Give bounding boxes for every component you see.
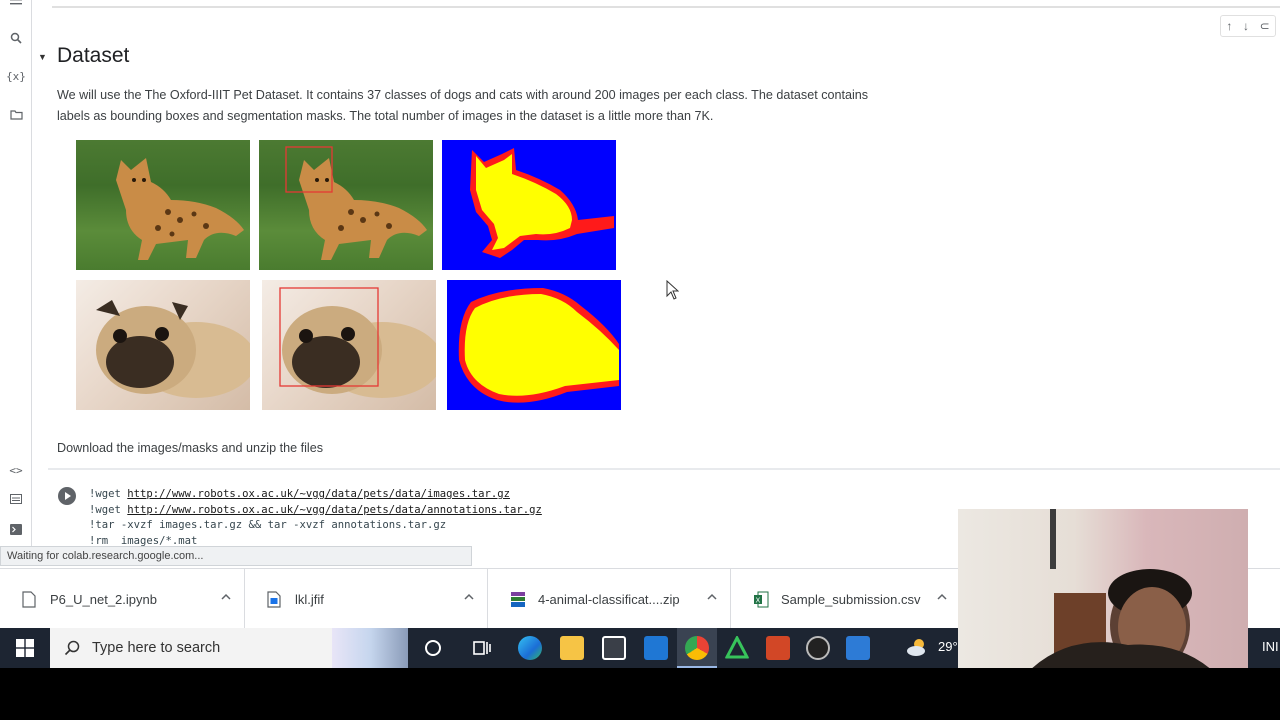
code-editor[interactable]: !wget http://www.robots.ox.ac.uk/~vgg/da…: [89, 487, 542, 549]
run-cell-button[interactable]: [58, 487, 76, 505]
move-down-icon[interactable]: ↓: [1243, 19, 1249, 33]
search-icon[interactable]: [7, 29, 25, 47]
colab-side-rail: {x} <>: [0, 0, 32, 548]
download-item[interactable]: P6_U_net_2.ipynb: [0, 569, 245, 629]
section-title: Dataset: [57, 44, 130, 67]
download-item[interactable]: lkl.jfif: [245, 569, 488, 629]
tray-language-indicator[interactable]: INI: [1262, 639, 1279, 654]
pug-photo-with-bbox: [262, 280, 436, 410]
download-filename: Sample_submission.csv: [781, 591, 921, 607]
link-icon[interactable]: ⊂: [1260, 19, 1270, 33]
mail-icon[interactable]: [644, 636, 668, 660]
zip-archive-icon: [510, 591, 525, 608]
download-filename: lkl.jfif: [295, 591, 324, 607]
webcam-overlay: [958, 509, 1248, 668]
file-explorer-icon[interactable]: [560, 636, 584, 660]
code-line-3: !tar -xvzf images.tar.gz && tar -xvzf an…: [89, 519, 447, 532]
edge-browser-icon[interactable]: [518, 636, 542, 660]
variables-icon[interactable]: {x}: [6, 67, 26, 85]
images-url-link[interactable]: http://www.robots.ox.ac.uk/~vgg/data/pet…: [127, 488, 510, 500]
search-highlight-image: [332, 628, 408, 668]
powerpoint-icon[interactable]: [766, 636, 790, 660]
search-placeholder: Type here to search: [92, 640, 221, 656]
collapse-section-icon[interactable]: ▼: [38, 52, 47, 62]
command-palette-icon[interactable]: [7, 490, 25, 508]
code-line-1-command: !wget: [89, 488, 128, 500]
cat-photo: [76, 140, 250, 270]
excel-csv-icon: X: [753, 591, 769, 608]
chevron-up-icon[interactable]: [706, 591, 718, 603]
chrome-icon[interactable]: [685, 636, 709, 660]
code-line-4: !rm images/*.mat: [89, 534, 198, 547]
previous-cell-edge: [52, 0, 1280, 8]
weather-temperature: 29°: [938, 639, 958, 654]
download-filename: 4-animal-classificat....zip: [538, 591, 680, 607]
download-filename: P6_U_net_2.ipynb: [50, 591, 157, 607]
windows-logo-icon: [16, 639, 34, 657]
pug-segmentation-mask: [447, 280, 621, 410]
cat-segmentation-mask: [442, 140, 616, 270]
taskbar-search-box[interactable]: Type here to search: [50, 628, 408, 668]
file-icon: [22, 590, 36, 608]
chevron-up-icon[interactable]: [463, 591, 475, 603]
annotations-url-link[interactable]: http://www.robots.ox.ac.uk/~vgg/data/pet…: [127, 504, 542, 516]
microsoft-store-icon[interactable]: [602, 636, 626, 660]
download-item[interactable]: 4-animal-classificat....zip: [488, 569, 731, 629]
code-line-2-command: !wget: [89, 503, 128, 516]
windows-start-button[interactable]: [0, 628, 50, 668]
image-file-icon: [267, 590, 281, 608]
cortana-icon[interactable]: [421, 636, 445, 660]
svg-text:X: X: [756, 596, 761, 604]
cat-photo-with-bbox: [259, 140, 433, 270]
terminal-icon[interactable]: [7, 520, 25, 538]
mouse-cursor-icon: [666, 280, 679, 300]
task-view-icon[interactable]: [470, 636, 494, 660]
anaconda-green-icon[interactable]: [725, 636, 749, 660]
chevron-up-icon[interactable]: [220, 591, 232, 603]
screen: {x} <> ↑ ↓ ⊂ ▼ Dataset We will use the T…: [0, 0, 1280, 668]
section-footer-text: Download the images/masks and unzip the …: [57, 441, 324, 455]
pug-photo: [76, 280, 250, 410]
move-up-icon[interactable]: ↑: [1226, 19, 1232, 33]
browser-status-bar: Waiting for colab.research.google.com...: [0, 546, 472, 566]
media-player-icon[interactable]: [846, 636, 870, 660]
menu-icon[interactable]: [7, 0, 25, 12]
section-description: We will use the The Oxford-IIIT Pet Data…: [57, 88, 869, 123]
chevron-up-icon[interactable]: [936, 591, 948, 603]
obs-studio-icon[interactable]: [806, 636, 830, 660]
code-snippets-icon[interactable]: <>: [7, 461, 25, 479]
cell-toolbar: ↑ ↓ ⊂: [1220, 15, 1276, 37]
search-icon: [64, 640, 80, 656]
weather-cloud-sun-icon[interactable]: [905, 636, 929, 660]
download-item[interactable]: X Sample_submission.csv: [731, 569, 960, 629]
folder-icon[interactable]: [7, 106, 25, 124]
